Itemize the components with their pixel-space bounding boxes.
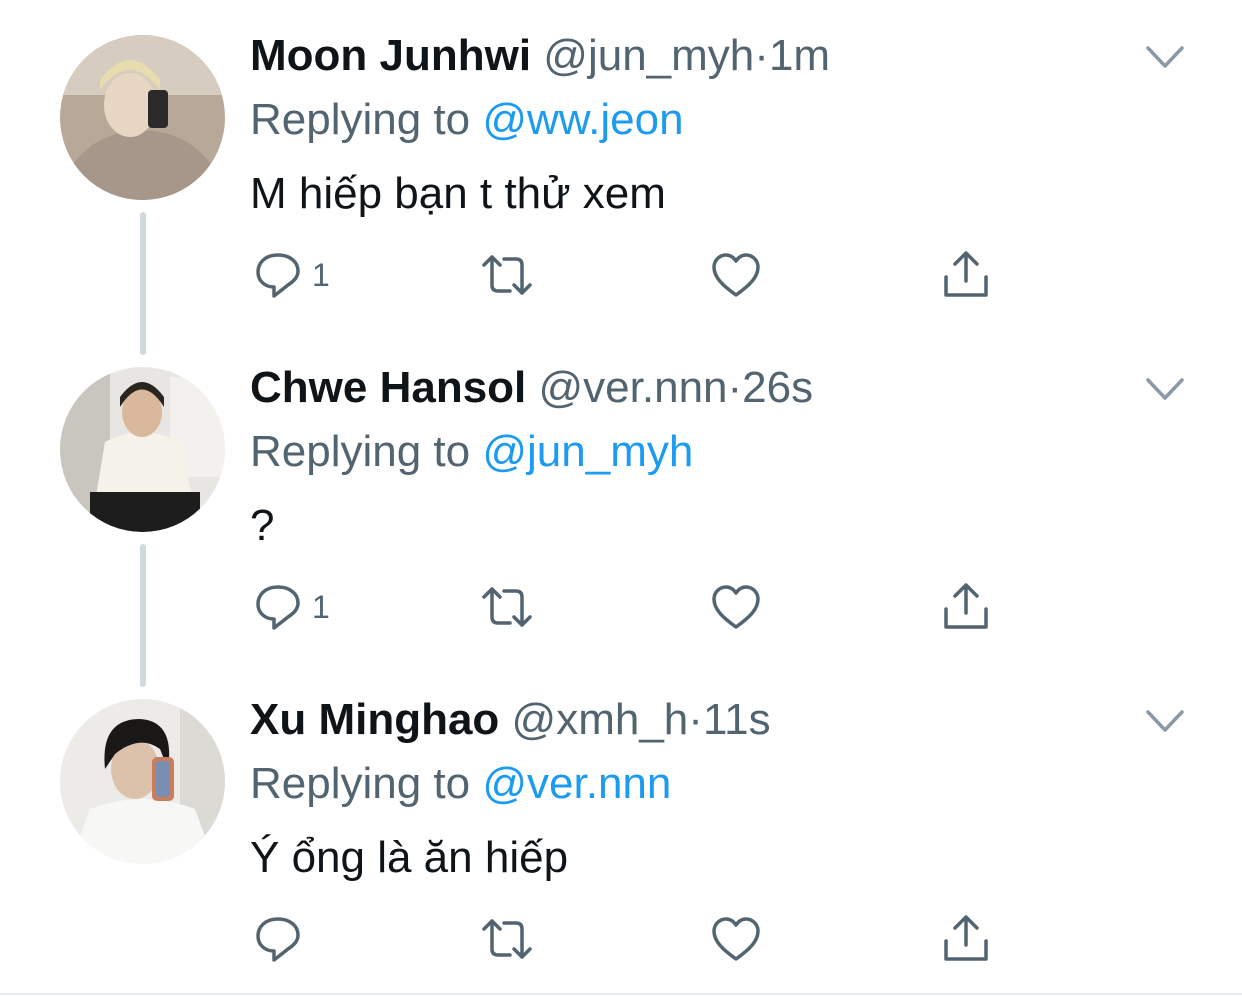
display-name[interactable]: Moon Junhwi — [250, 31, 531, 80]
tweet-3[interactable]: Xu Minghao @xmh_h·11s Replying to @ver.n… — [0, 664, 1242, 996]
chevron-down-icon[interactable] — [1140, 372, 1190, 406]
tweet-text: ? — [250, 501, 275, 550]
share-button[interactable] — [938, 245, 994, 305]
retweet-icon — [482, 587, 532, 627]
tweet-header: Chwe Hansol @ver.nnn·26s — [250, 360, 813, 416]
heart-icon — [712, 917, 760, 961]
reply-bubble-icon — [256, 917, 300, 962]
reply-button[interactable]: 1 — [250, 245, 330, 305]
display-name[interactable]: Chwe Hansol — [250, 363, 526, 412]
replying-to-label: Replying to — [250, 427, 483, 476]
display-name[interactable]: Xu Minghao — [250, 695, 499, 744]
like-button[interactable] — [708, 909, 764, 969]
separator-dot: · — [688, 695, 703, 744]
username-handle[interactable]: @xmh_h — [512, 695, 689, 744]
tweet-text: M hiếp bạn t thử xem — [250, 169, 666, 218]
chevron-down-icon[interactable] — [1140, 704, 1190, 738]
replying-to: Replying to @ver.nnn — [250, 756, 671, 812]
retweet-icon — [482, 919, 532, 959]
reply-count: 1 — [312, 256, 330, 293]
reply-bubble-icon — [256, 253, 300, 298]
reply-mention-link[interactable]: @ver.nnn — [482, 759, 671, 808]
replying-to-label: Replying to — [250, 759, 483, 808]
timestamp[interactable]: 11s — [703, 695, 771, 744]
replying-to: Replying to @jun_myh — [250, 424, 693, 480]
reply-bubble-icon — [256, 585, 300, 630]
username-handle[interactable]: @ver.nnn — [539, 363, 728, 412]
avatar-moon-junhwi[interactable] — [60, 35, 225, 200]
tweet-header: Xu Minghao @xmh_h·11s — [250, 692, 771, 748]
timestamp[interactable]: 1m — [769, 31, 830, 80]
retweet-button[interactable] — [478, 577, 536, 637]
reply-count: 1 — [312, 588, 330, 625]
share-icon — [944, 583, 988, 629]
share-button[interactable] — [938, 577, 994, 637]
reply-button[interactable] — [250, 909, 312, 969]
avatar-chwe-hansol[interactable] — [60, 367, 225, 532]
share-icon — [944, 915, 988, 961]
share-icon — [944, 251, 988, 297]
tweet-header: Moon Junhwi @jun_myh·1m — [250, 28, 830, 84]
tweet-1[interactable]: Moon Junhwi @jun_myh·1m Replying to @ww.… — [0, 0, 1242, 355]
retweet-button[interactable] — [478, 245, 536, 305]
retweet-button[interactable] — [478, 909, 536, 969]
heart-icon — [712, 585, 760, 629]
reply-mention-link[interactable]: @jun_myh — [482, 427, 693, 476]
like-button[interactable] — [708, 577, 764, 637]
username-handle[interactable]: @jun_myh — [543, 31, 754, 80]
tweet-text: Ý ổng là ăn hiếp — [250, 833, 569, 882]
heart-icon — [712, 253, 760, 297]
like-button[interactable] — [708, 245, 764, 305]
separator-dot: · — [727, 363, 743, 412]
replying-to: Replying to @ww.jeon — [250, 92, 684, 148]
reply-mention-link[interactable]: @ww.jeon — [482, 95, 683, 144]
timestamp[interactable]: 26s — [742, 363, 813, 412]
replying-to-label: Replying to — [250, 95, 483, 144]
reply-button[interactable]: 1 — [250, 577, 330, 637]
separator-dot: · — [754, 31, 769, 80]
share-button[interactable] — [938, 909, 994, 969]
retweet-icon — [482, 255, 532, 295]
avatar-xu-minghao[interactable] — [60, 699, 225, 864]
chevron-down-icon[interactable] — [1140, 40, 1190, 74]
tweet-2[interactable]: Chwe Hansol @ver.nnn·26s Replying to @ju… — [0, 332, 1242, 687]
